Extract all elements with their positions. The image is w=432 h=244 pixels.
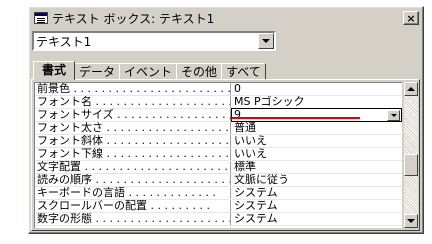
- property-grid: 前景色 . . . . . . . . . . . . . . . . . . …: [34, 82, 402, 228]
- object-select-value: テキスト1: [36, 34, 92, 49]
- property-name: フォント斜体 . . . . . . . . . . . . . . . . .…: [35, 135, 231, 147]
- tab-label: その他: [181, 65, 218, 79]
- property-value[interactable]: システム: [231, 213, 402, 225]
- property-name: スクロールバーの配置 . . . . . . . . .: [35, 200, 231, 212]
- property-row-font-weight[interactable]: フォント太さ . . . . . . . . . . . . . . . . .…: [35, 122, 402, 135]
- font-size-input[interactable]: 9: [231, 108, 402, 122]
- property-row-scrollbar-align[interactable]: スクロールバーの配置 . . . . . . . . . システム: [35, 200, 402, 213]
- tab-format[interactable]: 書式: [33, 61, 76, 80]
- property-row-keyboard-language[interactable]: キーボードの言語 . . . . . . . . . . . . . システム: [35, 187, 402, 200]
- property-name: 数字の形態 . . . . . . . . . . . . . . . . . …: [37, 213, 231, 225]
- tab-event[interactable]: イベント: [119, 63, 178, 80]
- property-row-font-size[interactable]: フォントサイズ . . . . . . . . . . . . . . . . …: [35, 108, 402, 122]
- title-bar[interactable]: テキスト ボックス: テキスト1 ×: [31, 9, 421, 27]
- highlight-underline: [230, 117, 360, 119]
- tab-all[interactable]: すべて: [221, 63, 266, 80]
- chevron-down-icon[interactable]: [258, 33, 274, 49]
- property-row-text-align[interactable]: 文字配置 . . . . . . . . . . . . . . . . . .…: [35, 161, 402, 174]
- scrollbar-thumb[interactable]: [404, 154, 418, 176]
- property-row-reading-order[interactable]: 読みの順序 . . . . . . . . . . . . . . . . . …: [35, 174, 402, 187]
- property-row-font-underline[interactable]: フォント下線 . . . . . . . . . . . . . . . . .…: [35, 148, 402, 161]
- property-value[interactable]: いいえ: [231, 148, 402, 160]
- scroll-down-icon[interactable]: [404, 214, 418, 228]
- property-value[interactable]: システム: [231, 200, 402, 212]
- property-name: 前景色 . . . . . . . . . . . . . . . . . . …: [37, 83, 231, 95]
- property-value[interactable]: システム: [231, 187, 402, 199]
- tab-label: すべて: [226, 65, 261, 79]
- property-value[interactable]: MS Pゴシック: [231, 96, 402, 108]
- property-value[interactable]: 普通: [231, 122, 402, 134]
- vertical-scrollbar[interactable]: [404, 82, 418, 228]
- object-select-dropdown[interactable]: テキスト1: [32, 31, 276, 51]
- close-button[interactable]: ×: [403, 11, 419, 25]
- property-value[interactable]: 0: [231, 83, 402, 95]
- property-value: 9: [234, 108, 241, 121]
- property-tabs: 書式 データ イベント その他 すべて: [33, 61, 266, 80]
- chevron-down-icon[interactable]: [387, 109, 400, 121]
- tab-label: 書式: [42, 63, 67, 77]
- property-name: 読みの順序 . . . . . . . . . . . . . . . . . …: [37, 174, 231, 186]
- property-name: フォント下線 . . . . . . . . . . . . . . . . .…: [35, 148, 231, 160]
- property-name: フォント名 . . . . . . . . . . . . . . . . . …: [37, 96, 231, 108]
- property-sheet-icon: [34, 12, 48, 24]
- property-value[interactable]: 文脈に従う: [231, 174, 402, 186]
- tab-data[interactable]: データ: [74, 63, 121, 80]
- property-value[interactable]: 標準: [231, 161, 402, 173]
- property-row-font-italic[interactable]: フォント斜体 . . . . . . . . . . . . . . . . .…: [35, 135, 402, 148]
- tab-other[interactable]: その他: [176, 63, 223, 80]
- property-name: 文字配置 . . . . . . . . . . . . . . . . . .…: [37, 161, 231, 173]
- property-name: フォントサイズ . . . . . . . . . . . . . . . . …: [37, 109, 231, 121]
- tab-panel: 前景色 . . . . . . . . . . . . . . . . . . …: [31, 79, 420, 231]
- tab-label: データ: [79, 65, 116, 79]
- scroll-up-icon[interactable]: [404, 82, 418, 96]
- tab-label: イベント: [124, 65, 173, 79]
- property-name: フォント太さ . . . . . . . . . . . . . . . . .…: [37, 122, 231, 134]
- property-row-fore-color[interactable]: 前景色 . . . . . . . . . . . . . . . . . . …: [35, 83, 402, 96]
- property-value[interactable]: いいえ: [231, 135, 402, 147]
- property-sheet-window: テキスト ボックス: テキスト1 × テキスト1 書式 データ イベント その他…: [28, 6, 424, 234]
- window-title: テキスト ボックス: テキスト1: [52, 11, 215, 26]
- property-row-numeral-shapes[interactable]: 数字の形態 . . . . . . . . . . . . . . . . . …: [35, 213, 402, 226]
- property-name: キーボードの言語 . . . . . . . . . . . . .: [35, 187, 231, 199]
